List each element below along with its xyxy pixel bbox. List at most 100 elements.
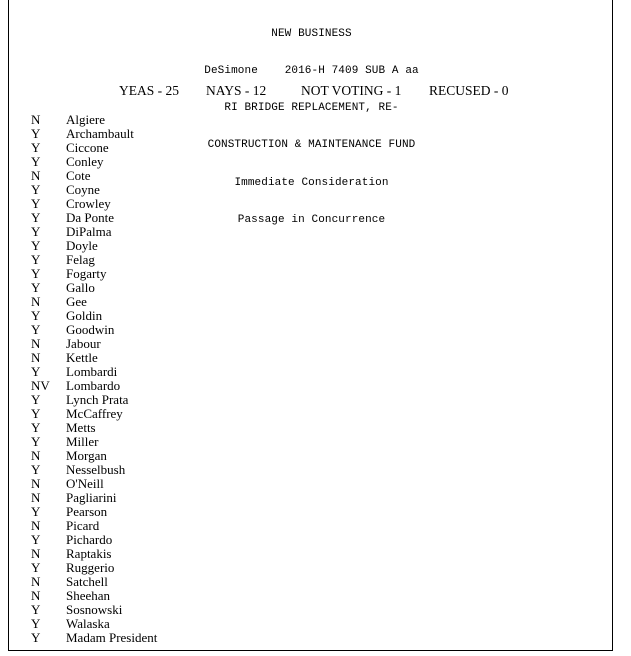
- vote-mark: Y: [31, 224, 41, 239]
- rollcall-list: N Algiere Y Archambault Y Ciccone Y Conley N Cote…: [9, 113, 614, 645]
- rollcall-row: N Gee: [9, 295, 614, 309]
- vote-mark: Y: [31, 182, 41, 197]
- vote-mark: Y: [31, 462, 41, 477]
- member-name: Da Ponte: [66, 210, 115, 225]
- vote-mark: N: [31, 112, 41, 127]
- rollcall-row: N Raptakis: [9, 547, 614, 561]
- vote-mark: N: [31, 574, 41, 589]
- member-name: Gee: [66, 294, 87, 309]
- member-name: Coyne: [66, 182, 100, 197]
- vote-mark: Y: [31, 364, 41, 379]
- member-name: Doyle: [66, 238, 98, 253]
- rollcall-row: Y Lynch Prata: [9, 393, 614, 407]
- rollcall-row: N Jabour: [9, 337, 614, 351]
- member-name: O'Neill: [66, 476, 104, 491]
- vote-mark: Y: [31, 266, 41, 281]
- member-name: Miller: [66, 434, 99, 449]
- vote-mark: NV: [31, 378, 50, 393]
- rollcall-row: N Pagliarini: [9, 491, 614, 505]
- vote-mark: Y: [31, 322, 41, 337]
- member-name: Metts: [66, 420, 96, 435]
- member-name: Gallo: [66, 280, 95, 295]
- vote-mark: Y: [31, 420, 41, 435]
- member-name: Pichardo: [66, 532, 113, 547]
- vote-mark: Y: [31, 560, 41, 575]
- rollcall-row: Y Goldin: [9, 309, 614, 323]
- member-name: Cote: [66, 168, 91, 183]
- rollcall-row: Y Goodwin: [9, 323, 614, 337]
- member-name: Nesselbush: [66, 462, 126, 477]
- vote-mark: Y: [31, 602, 41, 617]
- vote-mark: Y: [31, 196, 41, 211]
- rollcall-row: NV Lombardo: [9, 379, 614, 393]
- vote-mark: Y: [31, 630, 41, 645]
- rollcall-row: N Satchell: [9, 575, 614, 589]
- vote-mark: N: [31, 490, 41, 505]
- vote-mark: N: [31, 168, 41, 183]
- tally-not-voting: NOT VOTING - 1: [301, 83, 402, 98]
- vote-mark: Y: [31, 210, 41, 225]
- member-name: Goodwin: [66, 322, 115, 337]
- member-name: Jabour: [66, 336, 101, 351]
- vote-mark: Y: [31, 126, 41, 141]
- rollcall-row: Y Ruggerio: [9, 561, 614, 575]
- rollcall-row: Y Nesselbush: [9, 463, 614, 477]
- vote-mark: Y: [31, 392, 41, 407]
- rollcall-row: N O'Neill: [9, 477, 614, 491]
- rollcall-row: Y Sosnowski: [9, 603, 614, 617]
- rollcall-row: N Morgan: [9, 449, 614, 463]
- vote-tally-row: YEAS - 25 NAYS - 12 NOT VOTING - 1 RECUS…: [9, 83, 614, 99]
- rollcall-row: Y Archambault: [9, 127, 614, 141]
- vote-mark: Y: [31, 238, 41, 253]
- tally-yeas: YEAS - 25: [119, 83, 179, 98]
- member-name: Raptakis: [66, 546, 112, 561]
- rollcall-row: Y Ciccone: [9, 141, 614, 155]
- member-name: Lynch Prata: [66, 392, 129, 407]
- member-name: Madam President: [66, 630, 158, 645]
- vote-mark: N: [31, 350, 41, 365]
- rollcall-row: Y Pearson: [9, 505, 614, 519]
- member-name: DiPalma: [66, 224, 112, 239]
- vote-mark: N: [31, 588, 41, 603]
- vote-mark: Y: [31, 280, 41, 295]
- member-name: Sosnowski: [66, 602, 123, 617]
- member-name: Ciccone: [66, 140, 109, 155]
- rollcall-row: Y Gallo: [9, 281, 614, 295]
- rollcall-row: Y Da Ponte: [9, 211, 614, 225]
- vote-mark: Y: [31, 154, 41, 169]
- member-name: Picard: [66, 518, 100, 533]
- caption-line-bill-number: DeSimone 2016-H 7409 SUB A aa: [204, 65, 419, 78]
- rollcall-row: N Sheehan: [9, 589, 614, 603]
- member-name: Crowley: [66, 196, 111, 211]
- rollcall-row: Y Pichardo: [9, 533, 614, 547]
- member-name: Felag: [66, 252, 95, 267]
- member-name: Algiere: [66, 112, 105, 127]
- rollcall-row: Y Conley: [9, 155, 614, 169]
- vote-mark: N: [31, 546, 41, 561]
- vote-mark: Y: [31, 434, 41, 449]
- member-name: Fogarty: [66, 266, 107, 281]
- tally-recused: RECUSED - 0: [429, 83, 509, 98]
- rollcall-row: Y Metts: [9, 421, 614, 435]
- member-name: Lombardi: [66, 364, 118, 379]
- rollcall-row: Y Coyne: [9, 183, 614, 197]
- member-name: Pearson: [66, 504, 108, 519]
- member-name: Goldin: [66, 308, 103, 323]
- vote-mark: N: [31, 336, 41, 351]
- member-name: Kettle: [66, 350, 98, 365]
- member-name: Lombardo: [66, 378, 121, 393]
- vote-mark: N: [31, 448, 41, 463]
- tally-nays: NAYS - 12: [206, 83, 267, 98]
- vote-mark: Y: [31, 308, 41, 323]
- member-name: McCaffrey: [66, 406, 123, 421]
- vote-mark: Y: [31, 616, 41, 631]
- rollcall-row: Y Miller: [9, 435, 614, 449]
- rollcall-row: Y McCaffrey: [9, 407, 614, 421]
- vote-mark: N: [31, 294, 41, 309]
- rollcall-row: N Picard: [9, 519, 614, 533]
- vote-mark: Y: [31, 532, 41, 547]
- rollcall-row: N Cote: [9, 169, 614, 183]
- rollcall-row: N Kettle: [9, 351, 614, 365]
- rollcall-row: Y Walaska: [9, 617, 614, 631]
- vote-mark: N: [31, 476, 41, 491]
